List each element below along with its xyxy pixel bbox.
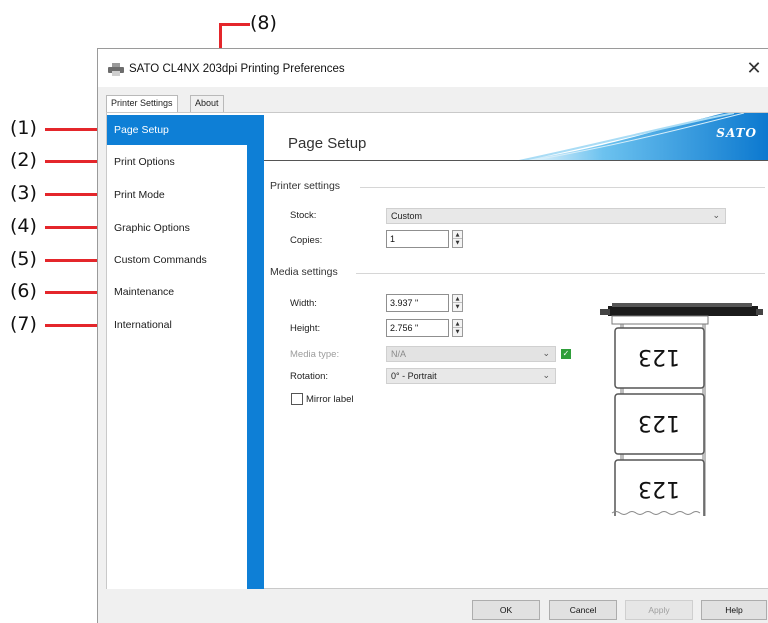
page-title: Page Setup bbox=[288, 135, 367, 152]
window-title: SATO CL4NX 203dpi Printing Preferences bbox=[129, 63, 345, 75]
printer-settings-group-label: Printer settings bbox=[270, 180, 341, 192]
height-field[interactable]: 2.756 " bbox=[386, 319, 449, 337]
sidebar-item-page-setup[interactable]: Page Setup bbox=[107, 115, 264, 145]
callout-1-line bbox=[45, 128, 105, 131]
chevron-down-icon: ⌄ bbox=[712, 211, 720, 221]
copies-value: 1 bbox=[390, 234, 396, 244]
copies-label: Copies: bbox=[290, 235, 323, 246]
callout-5-label: (5) bbox=[10, 248, 37, 270]
apply-button[interactable]: Apply bbox=[625, 600, 693, 620]
spin-up-icon[interactable]: ▲ bbox=[453, 295, 462, 303]
height-spinner[interactable]: ▲ ▼ bbox=[452, 319, 463, 337]
media-settings-divider bbox=[356, 273, 765, 274]
close-icon[interactable]: ✕ bbox=[743, 58, 765, 80]
preferences-window: SATO CL4NX 203dpi Printing Preferences ✕… bbox=[97, 48, 768, 623]
sidebar-item-print-options[interactable]: Print Options bbox=[107, 147, 247, 177]
stock-select[interactable]: Custom ⌄ bbox=[386, 208, 726, 224]
printer-icon bbox=[108, 63, 124, 76]
callout-8-label: (8) bbox=[250, 12, 277, 34]
width-value: 3.937 " bbox=[390, 298, 419, 308]
chevron-down-icon: ⌄ bbox=[542, 349, 550, 359]
width-field[interactable]: 3.937 " bbox=[386, 294, 449, 312]
copies-spinner[interactable]: ▲ ▼ bbox=[452, 230, 463, 248]
sidebar: Page Setup Print Options Print Mode Grap… bbox=[107, 113, 264, 589]
stock-label: Stock: bbox=[290, 210, 317, 221]
callout-4-line bbox=[45, 226, 105, 229]
sidebar-item-graphic-options[interactable]: Graphic Options bbox=[107, 213, 247, 243]
rotation-value: 0° - Portrait bbox=[391, 371, 437, 381]
chevron-down-icon: ⌄ bbox=[542, 371, 550, 381]
tab-printer-settings[interactable]: Printer Settings bbox=[106, 95, 178, 113]
height-value: 2.756 " bbox=[390, 323, 419, 333]
preview-text-3: 123 bbox=[638, 476, 680, 501]
media-type-label: Media type: bbox=[290, 349, 340, 360]
rotation-select[interactable]: 0° - Portrait ⌄ bbox=[386, 368, 556, 384]
sidebar-accent-strip bbox=[247, 145, 264, 589]
tab-content: Page Setup Print Options Print Mode Grap… bbox=[106, 112, 768, 589]
callout-4-label: (4) bbox=[10, 215, 37, 237]
callout-5-line bbox=[45, 259, 105, 262]
callout-2-label: (2) bbox=[10, 149, 37, 171]
check-icon: ✓ bbox=[561, 349, 571, 359]
media-type-value: N/A bbox=[391, 349, 407, 359]
media-type-select[interactable]: N/A ⌄ bbox=[386, 346, 556, 362]
callout-7-label: (7) bbox=[10, 313, 37, 335]
spin-up-icon[interactable]: ▲ bbox=[453, 231, 462, 239]
callout-2-line bbox=[45, 160, 105, 163]
callout-3-line bbox=[45, 193, 105, 196]
tab-about[interactable]: About bbox=[190, 95, 224, 112]
page-banner: Page Setup SATO bbox=[264, 113, 768, 161]
label-preview: 123 123 123 bbox=[600, 303, 763, 516]
callout-1-label: (1) bbox=[10, 117, 37, 139]
callout-8-line-h bbox=[219, 23, 250, 26]
title-bar: SATO CL4NX 203dpi Printing Preferences ✕ bbox=[98, 49, 768, 87]
spin-down-icon[interactable]: ▼ bbox=[453, 303, 462, 311]
callout-7-line bbox=[45, 324, 105, 327]
sato-logo: SATO bbox=[716, 126, 757, 140]
spin-down-icon[interactable]: ▼ bbox=[453, 328, 462, 336]
sidebar-item-print-mode[interactable]: Print Mode bbox=[107, 180, 247, 210]
cancel-button[interactable]: Cancel bbox=[549, 600, 617, 620]
mirror-label-text: Mirror label bbox=[306, 394, 354, 405]
sidebar-item-international[interactable]: International bbox=[107, 310, 247, 340]
rotation-label: Rotation: bbox=[290, 371, 329, 382]
width-spinner[interactable]: ▲ ▼ bbox=[452, 294, 463, 312]
height-label: Height: bbox=[290, 323, 321, 334]
spin-down-icon[interactable]: ▼ bbox=[453, 239, 462, 247]
callout-6-line bbox=[45, 291, 105, 294]
callout-6-label: (6) bbox=[10, 280, 37, 302]
sidebar-item-custom-commands[interactable]: Custom Commands bbox=[107, 245, 247, 275]
preview-text-1: 123 bbox=[638, 344, 680, 369]
printer-settings-divider bbox=[360, 187, 765, 188]
help-button[interactable]: Help bbox=[701, 600, 767, 620]
stock-value: Custom bbox=[391, 211, 423, 221]
page-setup-panel: Page Setup SATO Printer settings Stock: … bbox=[264, 113, 768, 589]
mirror-label-checkbox[interactable] bbox=[291, 393, 303, 405]
callout-3-label: (3) bbox=[10, 182, 37, 204]
media-settings-group-label: Media settings bbox=[270, 266, 338, 278]
copies-field[interactable]: 1 bbox=[386, 230, 449, 248]
spin-up-icon[interactable]: ▲ bbox=[453, 320, 462, 328]
ok-button[interactable]: OK bbox=[472, 600, 540, 620]
sidebar-item-maintenance[interactable]: Maintenance bbox=[107, 277, 247, 307]
preview-text-2: 123 bbox=[638, 410, 680, 435]
width-label: Width: bbox=[290, 298, 317, 309]
